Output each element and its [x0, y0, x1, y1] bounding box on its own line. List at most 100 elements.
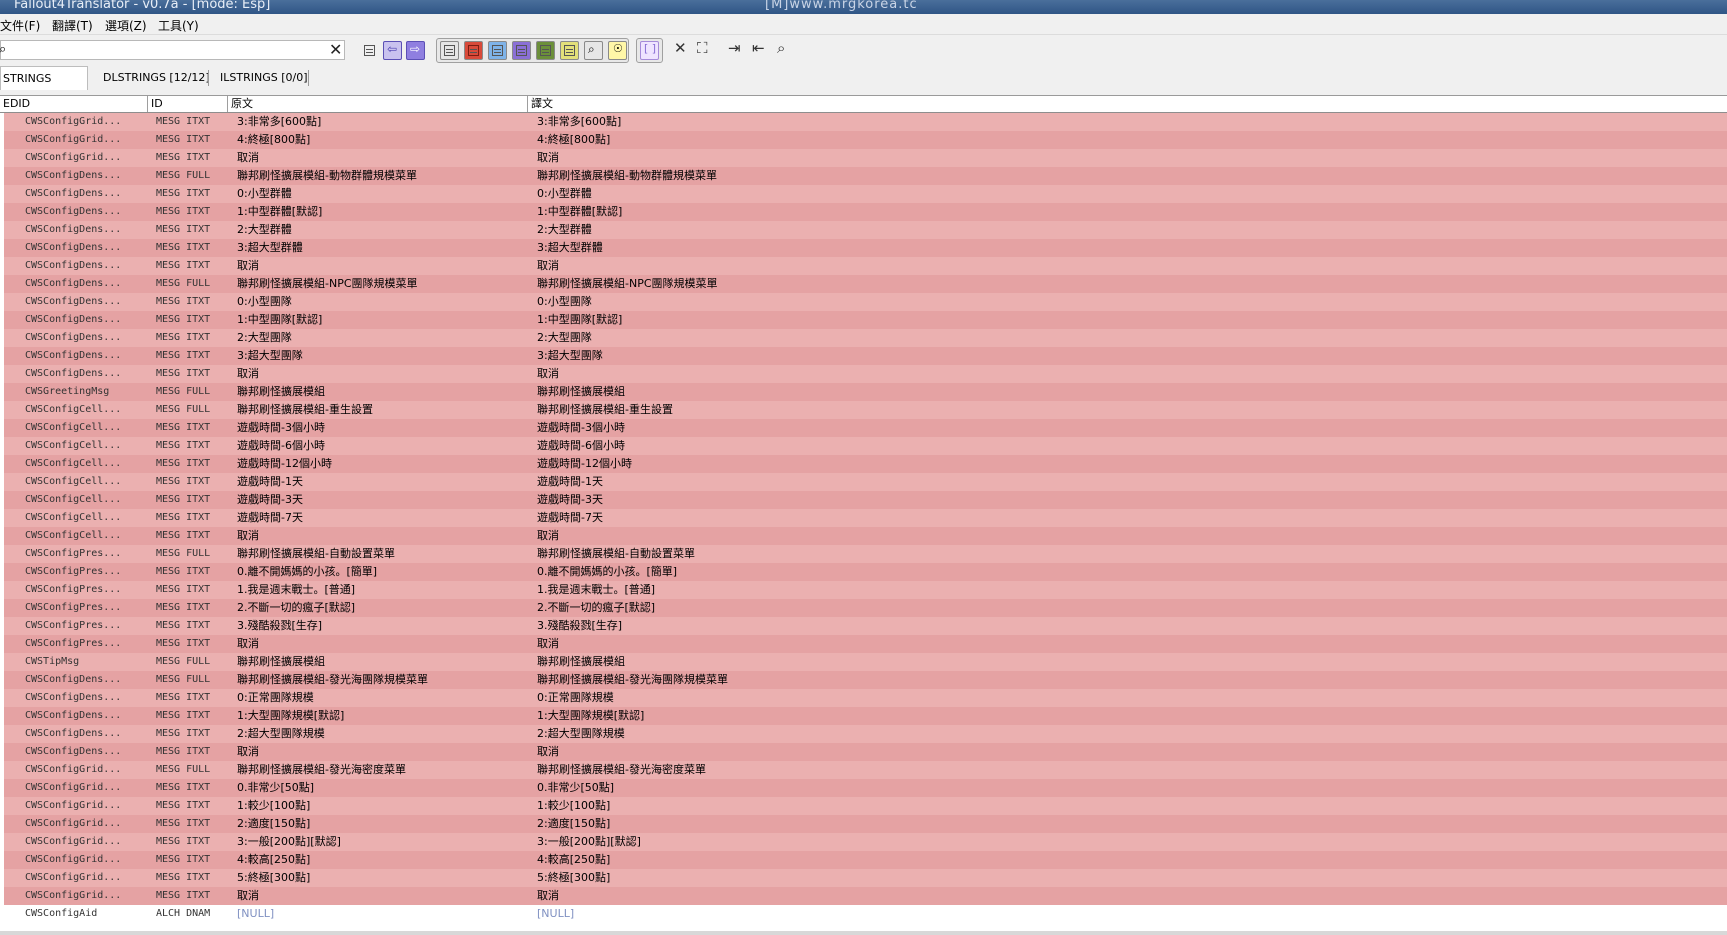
table-row[interactable]: CWSConfigDens... MESG FULL 聯邦刷怪擴展模組-NPC團隊規…: [4, 275, 1727, 293]
table-row[interactable]: CWSConfigDens... MESG ITXT 0:小型團隊 0:小型團隊: [4, 293, 1727, 311]
table-row[interactable]: CWSConfigDens... MESG ITXT 2:大型群體 2:大型群體: [4, 221, 1727, 239]
cell-source: 取消: [237, 637, 259, 650]
table-row[interactable]: CWSConfigGrid... MESG FULL 聯邦刷怪擴展模組-發光海密度菜…: [4, 761, 1727, 779]
table-row[interactable]: CWSConfigDens... MESG ITXT 取消 取消: [4, 365, 1727, 383]
table-row[interactable]: CWSConfigPres... MESG ITXT 0.離不開媽媽的小孩。[簡單]…: [4, 563, 1727, 581]
table-row[interactable]: CWSConfigCell... MESG ITXT 取消 取消: [4, 527, 1727, 545]
table-row[interactable]: CWSConfigGrid... MESG ITXT 4:較高[250點] 4:較高[…: [4, 851, 1727, 869]
toolbar: ⌕ ✕ ⇦ ⇨ ⌕ ☉ [ ] ✕ ⛶ ⇥ ⇤ ⌕: [0, 36, 1727, 64]
cell-translation: 取消: [537, 889, 559, 902]
table-row[interactable]: CWSConfigCell... MESG ITXT 遊戲時間-3天 遊戲時間-3天: [4, 491, 1727, 509]
table-row[interactable]: CWSConfigGrid... MESG ITXT 0.非常少[50點] 0.非常少…: [4, 779, 1727, 797]
table-row[interactable]: CWSConfigGrid... MESG ITXT 取消 取消: [4, 887, 1727, 905]
table-row[interactable]: CWSConfigCell... MESG ITXT 遊戲時間-12個小時 遊戲時間-…: [4, 455, 1727, 473]
cell-id: MESG ITXT: [156, 314, 211, 325]
table-row[interactable]: CWSConfigDens... MESG ITXT 取消 取消: [4, 743, 1727, 761]
table-row[interactable]: CWSConfigDens... MESG ITXT 1:中型群體[默認] 1:中型群…: [4, 203, 1727, 221]
table-row[interactable]: CWSConfigDens... MESG ITXT 0:小型群體 0:小型群體: [4, 185, 1727, 203]
hint-lightbulb-icon[interactable]: ☉: [608, 41, 627, 60]
table-row[interactable]: CWSTipMsg MESG FULL 聯邦刷怪擴展模組 聯邦刷怪擴展模組: [4, 653, 1727, 671]
cell-id: MESG FULL: [156, 656, 211, 667]
table-row[interactable]: CWSConfigDens... MESG ITXT 3:超大型群體 3:超大型群體: [4, 239, 1727, 257]
delete-icon[interactable]: ✕: [674, 39, 687, 57]
table-row[interactable]: CWSConfigDens... MESG ITXT 2:大型團隊 2:大型團隊: [4, 329, 1727, 347]
cell-edid: CWSConfigDens...: [25, 314, 122, 325]
table-row[interactable]: CWSConfigPres... MESG ITXT 2.不斷一切的瘋子[默認] 2.…: [4, 599, 1727, 617]
table-row[interactable]: CWSConfigGrid... MESG ITXT 4:終極[800點] 4:終極[…: [4, 131, 1727, 149]
column-header-source[interactable]: 原文: [228, 96, 528, 112]
menu-file[interactable]: 文件(F): [0, 17, 40, 34]
clear-search-icon[interactable]: ✕: [329, 40, 342, 59]
bracket-icon[interactable]: [ ]: [640, 41, 659, 60]
table-row[interactable]: CWSConfigGrid... MESG ITXT 2:適度[150點] 2:適度[…: [4, 815, 1727, 833]
cell-edid: CWSConfigGrid...: [25, 854, 122, 865]
table-row[interactable]: CWSConfigDens... MESG ITXT 取消 取消: [4, 257, 1727, 275]
table-row[interactable]: CWSConfigDens... MESG ITXT 2:超大型團隊規模 2:超大型團…: [4, 725, 1727, 743]
tab-dlstrings[interactable]: DLSTRINGS [12/12]: [101, 66, 212, 89]
tree-view-icon[interactable]: [360, 41, 379, 60]
cell-id: MESG FULL: [156, 170, 211, 181]
table-row[interactable]: CWSConfigPres... MESG FULL 聯邦刷怪擴展模組-自動設置菜單…: [4, 545, 1727, 563]
cell-edid: CWSConfigCell...: [25, 512, 122, 523]
strings-table[interactable]: EDID ID 原文 譯文 CWSConfigGrid... MESG ITXT 3…: [0, 95, 1727, 932]
search-user-icon[interactable]: ⌕: [777, 39, 785, 57]
table-row[interactable]: CWSGreetingMsg MESG FULL 聯邦刷怪擴展模組 聯邦刷怪擴展模組: [4, 383, 1727, 401]
table-row[interactable]: CWSConfigCell... MESG ITXT 遊戲時間-1天 遊戲時間-1天: [4, 473, 1727, 491]
validated-filter-icon[interactable]: [536, 41, 555, 60]
menu-bar: 文件(F) 翻譯(T) 選項(Z) 工具(Y): [0, 14, 1727, 35]
find-icon[interactable]: ⌕: [584, 41, 603, 60]
table-row[interactable]: CWSConfigPres... MESG ITXT 3.殘酷殺戮[生存] 3.殘酷殺…: [4, 617, 1727, 635]
cell-id: MESG FULL: [156, 674, 211, 685]
cell-translation: 2:大型群體: [537, 223, 592, 236]
table-row[interactable]: CWSConfigPres... MESG ITXT 1.我是週末戰士。[普通] 1.…: [4, 581, 1727, 599]
column-header-id[interactable]: ID: [148, 96, 228, 112]
import-icon[interactable]: ⇤: [752, 39, 765, 57]
list-icon[interactable]: [440, 41, 459, 60]
table-row[interactable]: CWSConfigDens... MESG ITXT 1:大型團隊規模[默認] 1:大…: [4, 707, 1727, 725]
table-row[interactable]: CWSConfigDens... MESG FULL 聯邦刷怪擴展模組-發光海團隊規…: [4, 671, 1727, 689]
cell-edid: CWSConfigDens...: [25, 260, 122, 271]
translated-filter-icon[interactable]: [488, 41, 507, 60]
tab-ilstrings[interactable]: ILSTRINGS [0/0]: [218, 66, 309, 89]
table-row[interactable]: CWSConfigGrid... MESG ITXT 取消 取消: [4, 149, 1727, 167]
column-header-edid[interactable]: EDID: [0, 96, 148, 112]
cell-id: MESG FULL: [156, 548, 211, 559]
table-row[interactable]: CWSConfigDens... MESG ITXT 0:正常團隊規模 0:正常團隊規…: [4, 689, 1727, 707]
table-row[interactable]: CWSConfigCell... MESG ITXT 遊戲時間-3個小時 遊戲時間-3…: [4, 419, 1727, 437]
cell-source: 聯邦刷怪擴展模組-重生設置: [237, 403, 373, 416]
search-input[interactable]: ⌕ ✕: [0, 40, 345, 60]
table-row[interactable]: CWSConfigAid ALCH DNAM [NULL] [NULL]: [4, 905, 1727, 923]
table-row[interactable]: CWSConfigGrid... MESG ITXT 1:較少[100點] 1:較少[…: [4, 797, 1727, 815]
cell-id: MESG ITXT: [156, 620, 211, 631]
table-row[interactable]: CWSConfigCell... MESG ITXT 遊戲時間-7天 遊戲時間-7天: [4, 509, 1727, 527]
cell-translation: 0:小型團隊: [537, 295, 592, 308]
cell-edid: CWSConfigDens...: [25, 224, 122, 235]
cell-id: MESG ITXT: [156, 350, 211, 361]
table-row[interactable]: CWSConfigCell... MESG ITXT 遊戲時間-6個小時 遊戲時間-6…: [4, 437, 1727, 455]
tab-strings[interactable]: STRINGS [76/76]: [0, 66, 88, 108]
cell-translation: 0:正常團隊規模: [537, 691, 614, 704]
table-row[interactable]: CWSConfigGrid... MESG ITXT 3:一般[200點][默認] 3…: [4, 833, 1727, 851]
menu-translate[interactable]: 翻譯(T): [52, 17, 93, 34]
table-row[interactable]: CWSConfigCell... MESG FULL 聯邦刷怪擴展模組-重生設置 聯邦…: [4, 401, 1727, 419]
cell-translation: 3:非常多[600點]: [537, 115, 622, 128]
locked-filter-icon[interactable]: [560, 41, 579, 60]
table-row[interactable]: CWSConfigDens... MESG ITXT 3:超大型團隊 3:超大型團隊: [4, 347, 1727, 365]
column-header-translation[interactable]: 譯文: [528, 96, 1727, 112]
table-row[interactable]: CWSConfigPres... MESG ITXT 取消 取消: [4, 635, 1727, 653]
table-row[interactable]: CWSConfigGrid... MESG ITXT 3:非常多[600點] 3:非常…: [4, 113, 1727, 131]
prev-untranslated-button[interactable]: ⇦: [383, 41, 402, 60]
cell-id: MESG ITXT: [156, 782, 211, 793]
untranslated-filter-icon[interactable]: [464, 41, 483, 60]
table-row[interactable]: CWSConfigDens... MESG FULL 聯邦刷怪擴展模組-動物群體規模…: [4, 167, 1727, 185]
partial-filter-icon[interactable]: [512, 41, 531, 60]
menu-options[interactable]: 選項(Z): [105, 17, 147, 34]
export-icon[interactable]: ⇥: [728, 39, 741, 57]
fullscreen-icon[interactable]: ⛶: [697, 39, 708, 57]
cell-source: 3:超大型團隊: [237, 349, 303, 362]
next-untranslated-button[interactable]: ⇨: [406, 41, 425, 60]
cell-edid: CWSConfigDens...: [25, 728, 122, 739]
table-row[interactable]: CWSConfigDens... MESG ITXT 1:中型團隊[默認] 1:中型團…: [4, 311, 1727, 329]
table-row[interactable]: CWSConfigGrid... MESG ITXT 5:終極[300點] 5:終極[…: [4, 869, 1727, 887]
menu-tools[interactable]: 工具(Y): [158, 17, 199, 34]
